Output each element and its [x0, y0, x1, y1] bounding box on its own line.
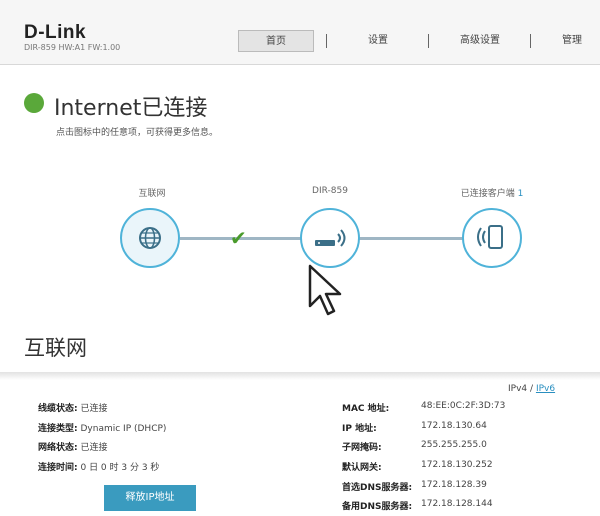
- secondary-dns-label: 备用DNS服务器:: [342, 502, 413, 512]
- ip-address-value: 172.18.130.64: [421, 421, 487, 431]
- globe-icon: [139, 227, 161, 249]
- router-icon: [315, 229, 346, 247]
- nav-advanced[interactable]: 高级设置: [440, 30, 520, 52]
- nav-management[interactable]: 管理: [548, 30, 596, 52]
- mac-address-value: 48:EE:0C:2F:3D:73: [421, 401, 506, 411]
- primary-dns-value: 172.18.128.39: [421, 480, 487, 490]
- connected-check-icon: ✔: [230, 226, 247, 250]
- main-nav: 首页 设置 高级设置 管理: [0, 30, 600, 52]
- connection-type-value: Dynamic IP (DHCP): [80, 424, 167, 434]
- ip-version-tabs: IPv4 / IPv6: [508, 384, 555, 394]
- status-title: Internet已连接: [54, 96, 208, 121]
- clients-label-text: 已连接客户端: [460, 189, 515, 199]
- router-clients-link: [358, 237, 464, 240]
- ip-address-label: IP 地址:: [342, 424, 377, 434]
- subnet-mask-value: 255.255.255.0: [421, 440, 487, 450]
- subnet-mask-label: 子网掩码:: [342, 443, 382, 453]
- nav-settings[interactable]: 设置: [340, 30, 416, 52]
- network-status-row: 网络状态: 已连接: [38, 440, 108, 453]
- wan-label: 互联网: [138, 189, 166, 199]
- router-label: DIR-859: [312, 186, 348, 196]
- default-gateway-label: 默认网关:: [342, 463, 382, 473]
- router-node[interactable]: [300, 208, 360, 268]
- nav-home[interactable]: 首页: [238, 30, 314, 52]
- network-status-label: 网络状态:: [38, 443, 78, 453]
- nav-separator: [326, 34, 327, 48]
- connection-type-row: 连接类型: Dynamic IP (DHCP): [38, 421, 166, 434]
- status-dot-icon: [24, 93, 44, 113]
- cable-status-label: 线缆状态:: [38, 404, 78, 414]
- nav-separator: [428, 34, 429, 48]
- secondary-dns-value: 172.18.128.144: [421, 499, 493, 509]
- clients-count: 1: [517, 189, 524, 199]
- connection-time-row: 连接时间: 0 日 0 时 3 分 3 秒: [38, 460, 159, 473]
- ipv6-tab[interactable]: IPv6: [536, 384, 555, 394]
- nav-separator: [530, 34, 531, 48]
- default-gateway-value: 172.18.130.252: [421, 460, 493, 470]
- cable-status-row: 线缆状态: 已连接: [38, 401, 108, 414]
- internet-section-title: 互联网: [24, 336, 87, 360]
- cable-status-value: 已连接: [80, 404, 108, 414]
- ipv4-tab[interactable]: IPv4: [508, 384, 527, 394]
- top-header: D-Link DIR-859 HW:A1 FW:1.00 首页 设置 高级设置 …: [0, 0, 600, 65]
- connection-type-label: 连接类型:: [38, 424, 78, 434]
- internet-node[interactable]: [120, 208, 180, 268]
- ip-version-separator: /: [530, 384, 534, 394]
- section-divider: [0, 372, 600, 380]
- clients-node[interactable]: [462, 208, 522, 268]
- release-ip-button[interactable]: 释放IP地址: [104, 485, 196, 511]
- status-subtitle: 点击图标中的任意项，可获得更多信息。: [56, 128, 219, 138]
- mobile-device-icon: [477, 225, 503, 249]
- mouse-cursor-icon: [308, 264, 342, 316]
- connection-time-label: 连接时间:: [38, 463, 78, 473]
- connection-time-value: 0 日 0 时 3 分 3 秒: [80, 463, 160, 473]
- network-status-value: 已连接: [80, 443, 108, 453]
- primary-dns-label: 首选DNS服务器:: [342, 483, 413, 493]
- clients-label: 已连接客户端 1: [432, 186, 552, 199]
- mac-address-label: MAC 地址:: [342, 404, 390, 414]
